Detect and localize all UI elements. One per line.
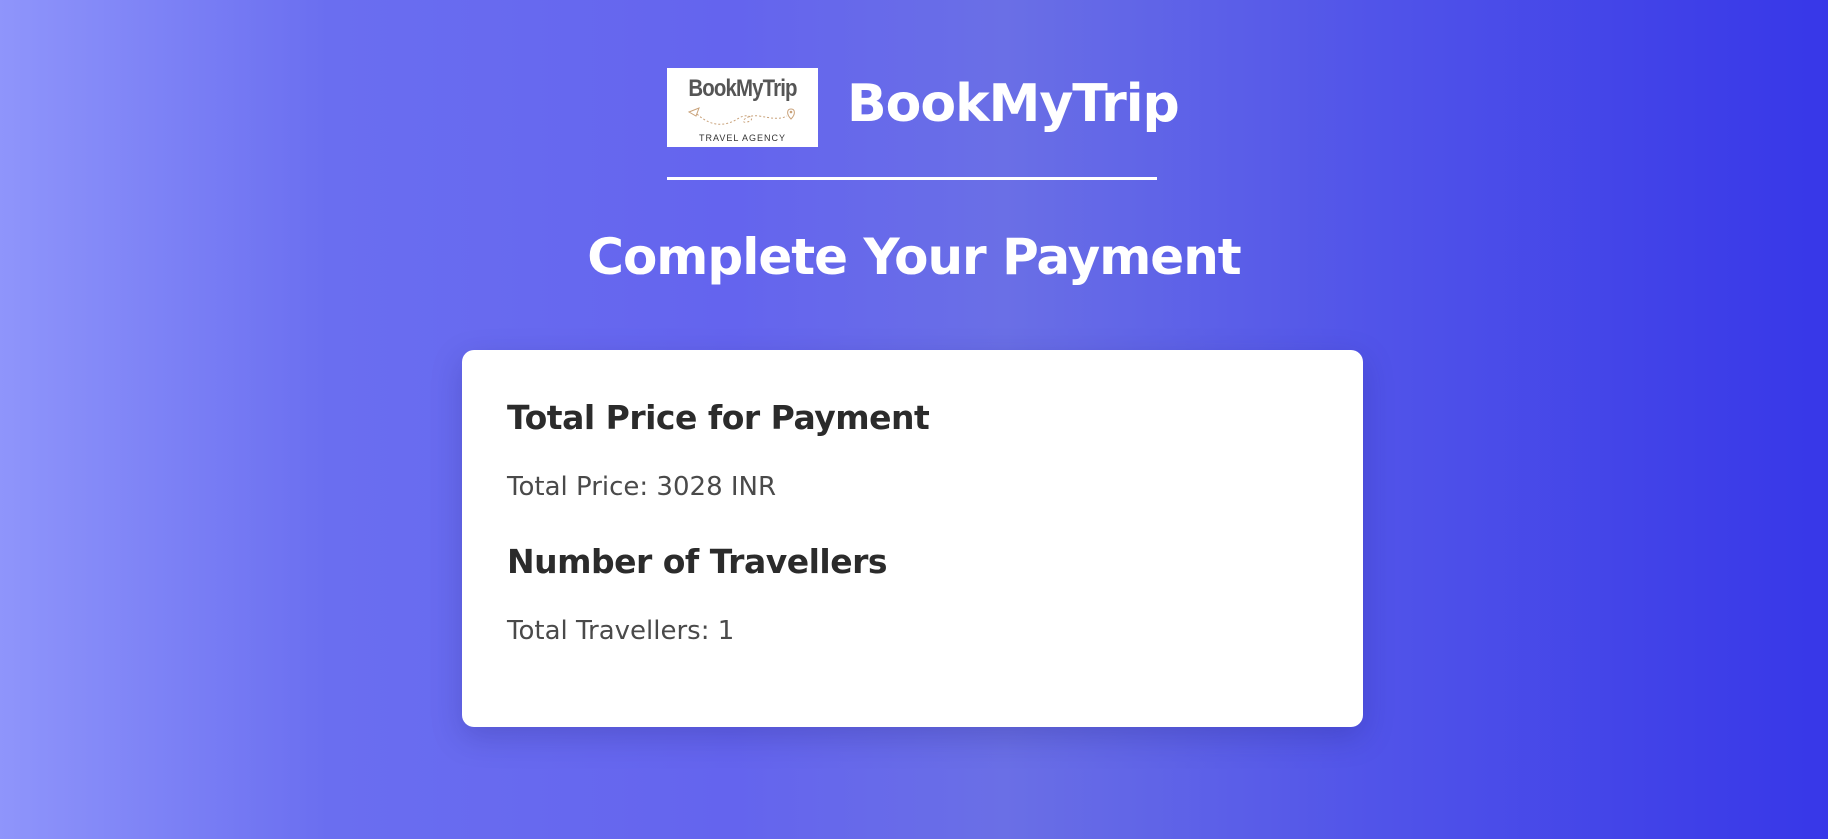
header-divider (667, 177, 1157, 180)
brand-name[interactable]: BookMyTrip (847, 74, 1180, 134)
total-price-heading: Total Price for Payment (507, 398, 930, 437)
page-title: Complete Your Payment (587, 228, 1241, 286)
site-header: BookMyTrip TRAVEL AGENCY BookMyTrip (667, 68, 1180, 180)
total-price-text: Total Price: 3028 INR (507, 472, 777, 502)
brand-logo[interactable]: BookMyTrip TRAVEL AGENCY (667, 68, 818, 147)
travellers-heading: Number of Travellers (507, 542, 888, 581)
logo-wordmark: BookMyTrip (688, 75, 797, 102)
logo-tagline: TRAVEL AGENCY (698, 133, 787, 143)
payment-summary-card: Total Price for Payment Total Price: 302… (462, 350, 1363, 727)
paper-plane-path-icon (687, 107, 795, 125)
total-travellers-text: Total Travellers: 1 (507, 616, 735, 646)
